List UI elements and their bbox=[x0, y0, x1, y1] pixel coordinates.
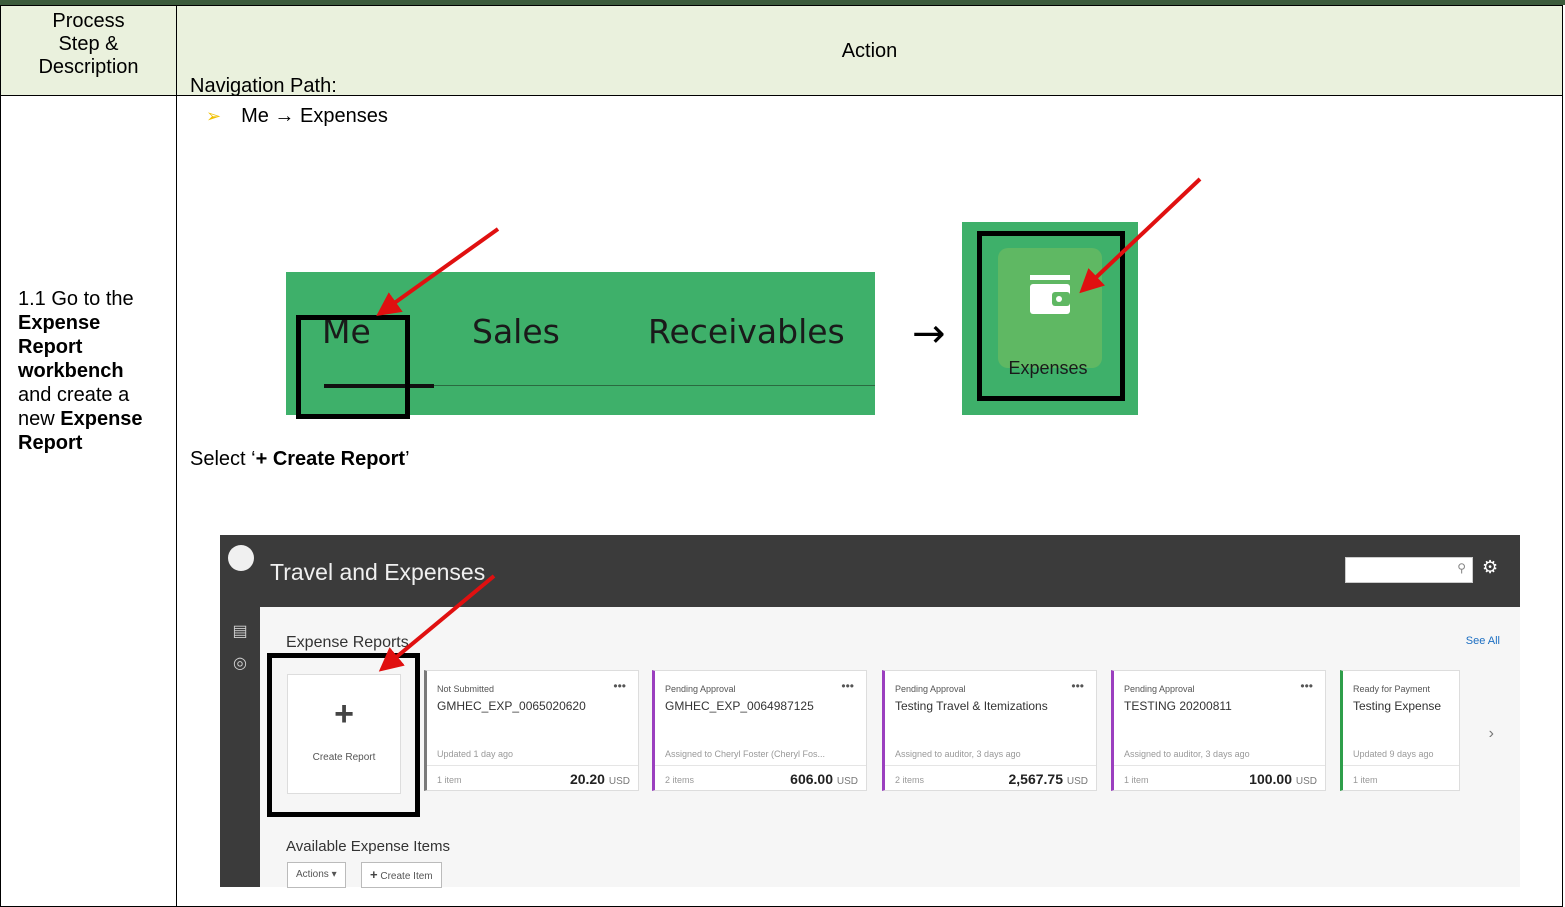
header-line: Step & bbox=[58, 33, 119, 55]
more-icon[interactable]: ••• bbox=[841, 679, 854, 693]
navigation-path-label: Navigation Path: bbox=[190, 75, 337, 97]
card-name: GMHEC_EXP_0065020620 bbox=[437, 699, 586, 713]
card-amount: 2,567.75 USD bbox=[1008, 771, 1088, 787]
more-icon[interactable]: ••• bbox=[1300, 679, 1313, 693]
available-items-title: Available Expense Items bbox=[286, 838, 450, 855]
card-status: Pending Approval bbox=[1124, 684, 1195, 694]
more-icon[interactable]: ••• bbox=[613, 679, 626, 693]
card-subtitle: Updated 9 days ago bbox=[1353, 749, 1434, 759]
report-icon[interactable]: ▤ bbox=[230, 621, 250, 641]
chevron-right-icon[interactable]: › bbox=[1489, 725, 1494, 743]
report-card[interactable]: Pending Approval ••• TESTING 20200811 As… bbox=[1111, 670, 1326, 791]
card-status: Not Submitted bbox=[437, 684, 495, 694]
amount-value: 100.00 bbox=[1249, 771, 1292, 787]
card-name: Testing Travel & Itemizations bbox=[895, 699, 1048, 713]
navigation-path-item: ➢ Me → Expenses bbox=[206, 105, 388, 128]
amount-currency: USD bbox=[1295, 776, 1317, 787]
navigation-path-text: Me → Expenses bbox=[241, 105, 388, 127]
card-name: Testing Expense bbox=[1353, 699, 1442, 713]
tab-receivables[interactable]: Receivables bbox=[648, 312, 845, 351]
card-status: Ready for Payment bbox=[1353, 684, 1431, 694]
red-arrow-icon bbox=[378, 574, 496, 672]
actions-button[interactable]: Actions ▾ bbox=[287, 862, 346, 888]
red-arrow-icon bbox=[1079, 177, 1202, 294]
report-card[interactable]: Pending Approval ••• Testing Travel & It… bbox=[882, 670, 1097, 791]
card-subtitle: Assigned to auditor, 3 days ago bbox=[1124, 749, 1250, 759]
card-items: 2 items bbox=[895, 775, 925, 785]
card-amount: 20.20 USD bbox=[570, 771, 630, 787]
step-bold-text: Expense Report workbench bbox=[18, 312, 124, 382]
right-arrow-icon: → bbox=[912, 311, 946, 357]
card-items: 1 item bbox=[1353, 775, 1378, 785]
header-line: Process bbox=[52, 10, 125, 32]
instruction-pre: Select ‘ bbox=[190, 448, 256, 470]
search-input[interactable]: ⚲ bbox=[1345, 557, 1473, 583]
instruction-text: Select ‘+ Create Report’ bbox=[190, 448, 410, 471]
step-text: 1.1 Go to the bbox=[18, 288, 134, 310]
create-item-button[interactable]: + Create Item bbox=[361, 862, 442, 888]
delegate-icon[interactable]: ◎ bbox=[230, 653, 250, 673]
search-icon: ⚲ bbox=[1457, 561, 1466, 575]
card-divider bbox=[1343, 765, 1459, 766]
card-divider bbox=[655, 765, 866, 766]
step-description: 1.1 Go to the Expense Report workbench a… bbox=[18, 287, 158, 455]
card-subtitle: Updated 1 day ago bbox=[437, 749, 514, 759]
card-name: TESTING 20200811 bbox=[1124, 699, 1232, 713]
amount-value: 2,567.75 bbox=[1008, 771, 1063, 787]
card-subtitle: Assigned to auditor, 3 days ago bbox=[895, 749, 1021, 759]
card-items: 1 item bbox=[437, 775, 462, 785]
report-card[interactable]: Pending Approval ••• GMHEC_EXP_006498712… bbox=[652, 670, 867, 791]
card-divider bbox=[1114, 765, 1325, 766]
card-amount: 100.00 USD bbox=[1249, 771, 1317, 787]
card-subtitle: Assigned to Cheryl Foster (Cheryl Fos... bbox=[665, 749, 826, 759]
card-items: 1 item bbox=[1124, 775, 1149, 785]
amount-currency: USD bbox=[608, 776, 630, 787]
amount-currency: USD bbox=[1066, 776, 1088, 787]
app-wallet-icon bbox=[228, 545, 254, 571]
card-status: Pending Approval bbox=[895, 684, 966, 694]
tab-baseline bbox=[434, 385, 875, 386]
amount-value: 20.20 bbox=[569, 771, 605, 787]
procedure-table: Process Step & Description Action 1.1 Go… bbox=[0, 5, 1565, 907]
card-status: Pending Approval bbox=[665, 684, 736, 694]
card-amount: 606.00 USD bbox=[790, 771, 858, 787]
create-item-label: Create Item bbox=[380, 871, 433, 882]
highlight-box bbox=[296, 315, 410, 419]
red-arrow-icon bbox=[376, 227, 500, 316]
header-line: Description bbox=[38, 56, 139, 78]
card-divider bbox=[427, 765, 638, 766]
more-icon[interactable]: ••• bbox=[1071, 679, 1084, 693]
instruction-post: ’ bbox=[405, 448, 410, 470]
plus-icon: + bbox=[370, 867, 378, 882]
amount-value: 606.00 bbox=[790, 771, 833, 787]
see-all-link[interactable]: See All bbox=[1466, 635, 1500, 647]
app-sidebar: ▤ ◎ bbox=[220, 607, 260, 887]
amount-currency: USD bbox=[836, 776, 858, 787]
report-card[interactable]: Not Submitted ••• GMHEC_EXP_0065020620 U… bbox=[424, 670, 639, 791]
gear-icon[interactable]: ⚙ bbox=[1482, 557, 1498, 578]
report-card[interactable]: Ready for Payment Testing Expense Update… bbox=[1340, 670, 1460, 791]
header-action: Action bbox=[841, 40, 898, 62]
arrow-bullet-icon: ➢ bbox=[206, 106, 222, 126]
header-process-step: Process Step & Description bbox=[1, 6, 177, 97]
card-name: GMHEC_EXP_0064987125 bbox=[665, 699, 814, 713]
instruction-bold: + Create Report bbox=[255, 448, 406, 470]
card-divider bbox=[885, 765, 1096, 766]
column-divider bbox=[176, 95, 177, 907]
card-items: 2 items bbox=[665, 775, 695, 785]
